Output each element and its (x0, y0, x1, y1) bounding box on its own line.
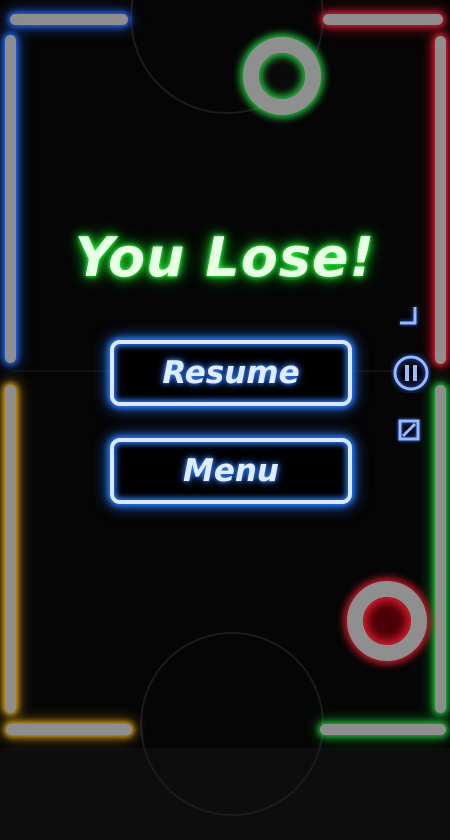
bottom-goal-arc (140, 632, 324, 816)
wall-top-right-horizontal (323, 14, 443, 25)
menu-button[interactable]: Menu (110, 438, 352, 504)
wall-bottom-right-horizontal (320, 724, 446, 735)
game-result-title: You Lose! (74, 226, 376, 289)
player-mallet[interactable] (347, 581, 427, 661)
wall-bottom-left-horizontal (6, 724, 132, 735)
pause-icon[interactable] (391, 353, 431, 393)
wall-left-lower (5, 385, 16, 713)
wall-right-upper (435, 36, 446, 364)
resume-button[interactable]: Resume (110, 340, 352, 406)
menu-button-label: Menu (182, 453, 279, 489)
resume-button-label: Resume (162, 355, 300, 391)
opponent-mallet (243, 37, 321, 115)
air-hockey-table: You Lose! Resume Menu (0, 0, 450, 840)
wall-top-left-horizontal (10, 14, 128, 25)
wall-right-lower (435, 385, 446, 713)
corner-bracket-icon[interactable] (398, 305, 420, 327)
stop-square-icon[interactable] (396, 417, 422, 443)
wall-left-upper (5, 35, 16, 363)
